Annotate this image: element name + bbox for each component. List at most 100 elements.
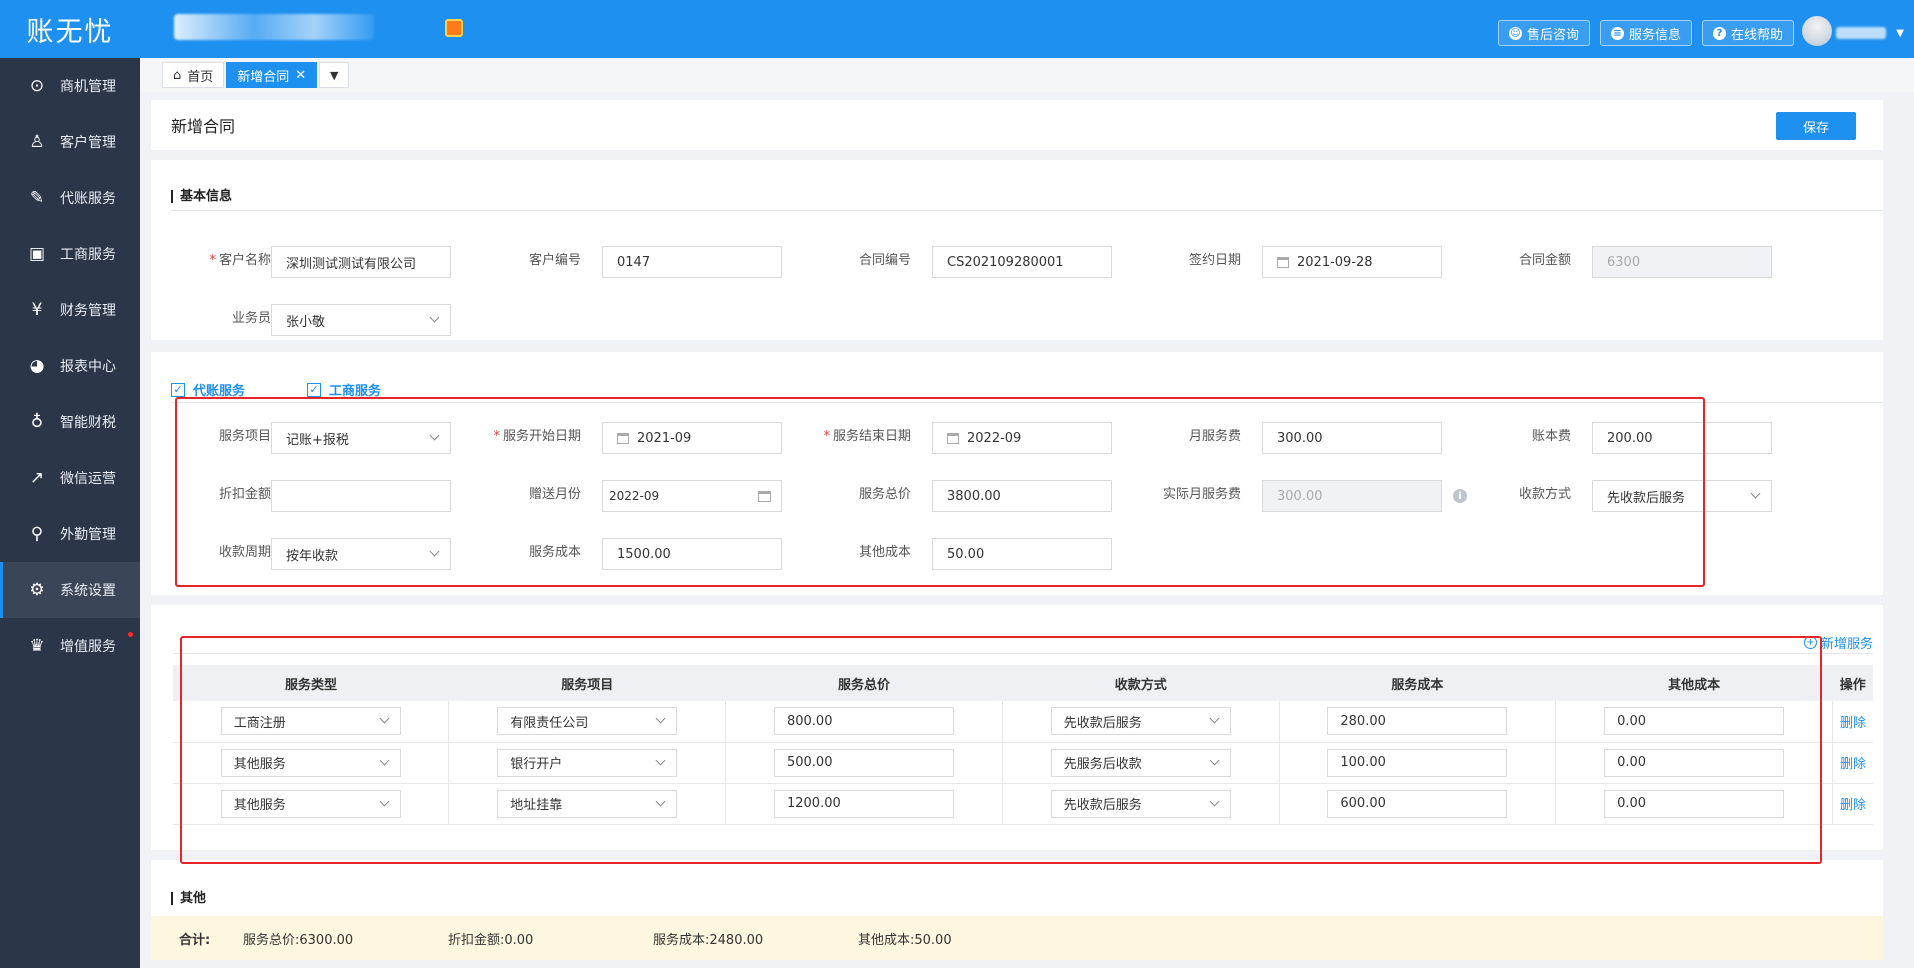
sign-date-picker[interactable]: 2021-09-28 [1262, 246, 1442, 278]
chevron-down-icon [429, 312, 440, 323]
save-button[interactable]: 保存 [1776, 112, 1856, 140]
yuan-icon: ¥ [31, 300, 43, 320]
sidebar-item-label: 增值服务 [60, 639, 116, 655]
check-icon: ✓ [171, 382, 185, 397]
app-logo[interactable]: 账无忧 [0, 0, 140, 58]
tab-label: 新增合同 [237, 69, 290, 85]
location-user-icon: ⚲ [30, 524, 44, 544]
after-sales-button[interactable]: ☺ 售后咨询 [1497, 20, 1590, 46]
page-title: 新增合同 [171, 117, 236, 136]
service-info-button[interactable]: ≡ 服务信息 [1599, 20, 1692, 46]
chevron-down-icon [1750, 488, 1761, 499]
online-help-button[interactable]: ? 在线帮助 [1701, 20, 1794, 46]
delete-link[interactable]: 删除 [1840, 757, 1866, 772]
caret-down-icon: ▼ [329, 68, 339, 82]
delete-link[interactable]: 删除 [1840, 716, 1866, 731]
other-panel: 其他 [151, 860, 1883, 916]
customer-no-label: 客户编号 [528, 253, 581, 268]
select-value: 张小敬 [286, 314, 326, 330]
customer-icon: ♙ [29, 132, 45, 152]
sidebar-item-label: 智能财税 [60, 415, 116, 431]
headset-icon: ☺ [1508, 26, 1522, 40]
close-icon[interactable]: ✕ [295, 68, 306, 83]
salesman-select[interactable]: 张小敬 [271, 304, 451, 336]
top-bar: ☺ 售后咨询 ≡ 服务信息 ? 在线帮助 ▼ [140, 0, 1914, 58]
tab-bar: ⌂ 首页 新增合同 ✕ ▼ [140, 58, 1914, 92]
home-icon: ⌂ [173, 67, 182, 83]
sidebar-item-smart-tax[interactable]: ♁ 智能财税 [0, 394, 140, 450]
sidebar-item-field[interactable]: ⚲ 外勤管理 [0, 506, 140, 562]
button-label: 售后咨询 [1526, 27, 1579, 43]
section-title: 其他 [171, 892, 206, 905]
basic-info-panel: 基本信息 * 客户名称 深圳测试测试有限公司 客户编号 0147 合同编号 CS2… [151, 160, 1883, 340]
tab-new-contract[interactable]: 新增合同 ✕ [226, 62, 318, 88]
document-icon: ≡ [1610, 26, 1624, 40]
sidebar-item-value-added[interactable]: ♛ 增值服务 [0, 618, 140, 674]
sidebar-item-bookkeeping[interactable]: ✎ 代账服务 [0, 170, 140, 226]
button-label: 新增服务 [1820, 637, 1873, 652]
moneybag-icon: ♁ [30, 412, 44, 432]
page-header: 新增合同 保存 [151, 100, 1883, 150]
sidebar-item-label: 客户管理 [60, 135, 116, 151]
sidebar-item-label: 财务管理 [60, 303, 116, 319]
tab-home[interactable]: ⌂ 首页 [162, 62, 225, 88]
contract-no-input[interactable]: CS202109280001 [932, 246, 1112, 278]
contract-amount-input: 6300 [1592, 246, 1772, 278]
totals-bar: 合计: 服务总价:6300.00 折扣金额:0.00 服务成本:2480.00 … [151, 916, 1883, 960]
annotation-box [180, 636, 1822, 864]
sidebar-item-settings[interactable]: ⚙ 系统设置 [0, 562, 140, 618]
trend-icon: ↗ [29, 468, 45, 488]
totals-service-total: 服务总价:6300.00 [243, 932, 354, 948]
totals-label: 合计: [179, 932, 211, 948]
customer-no-input[interactable]: 0147 [602, 246, 782, 278]
sidebar-item-label: 系统设置 [60, 583, 116, 599]
gear-icon: ⚙ [29, 580, 45, 600]
sidebar-item-label: 报表中心 [60, 359, 116, 375]
delete-link[interactable]: 删除 [1840, 798, 1866, 813]
sidebar-item-reports[interactable]: ◕ 报表中心 [0, 338, 140, 394]
briefcase-icon: ▣ [28, 244, 46, 264]
sidebar-item-finance[interactable]: ¥ 财务管理 [0, 282, 140, 338]
totals-other-cost: 其他成本:50.00 [858, 932, 952, 948]
totals-service-cost: 服务成本:2480.00 [653, 932, 764, 948]
sidebar-item-label: 工商服务 [60, 247, 116, 263]
notification-dot [128, 632, 133, 637]
label-text: 客户名称 [218, 253, 271, 268]
company-name-blurred [174, 14, 374, 40]
crown-icon: ♛ [29, 636, 45, 656]
target-icon: ⊙ [29, 76, 45, 96]
sidebar: 账无忧 ⊙ 商机管理 ♙ 客户管理 ✎ 代账服务 ▣ 工商服务 ¥ 财务管理 ◕ 报表中心 … [0, 0, 140, 968]
sign-date-label: 签约日期 [1188, 253, 1241, 268]
sidebar-item-business[interactable]: ▣ 工商服务 [0, 226, 140, 282]
sidebar-item-label: 商机管理 [60, 79, 116, 95]
customer-name-label: * 客户名称 [151, 246, 271, 276]
caret-down-icon[interactable]: ▼ [1896, 28, 1904, 39]
sidebar-item-opportunity[interactable]: ⊙ 商机管理 [0, 58, 140, 114]
contract-amount-label: 合同金额 [1518, 253, 1571, 268]
username-blurred[interactable] [1836, 27, 1886, 39]
gift-icon[interactable] [445, 19, 463, 37]
question-icon: ? [1712, 26, 1726, 40]
pen-icon: ✎ [29, 188, 45, 208]
pie-chart-icon: ◕ [29, 356, 45, 376]
required-mark: * [209, 253, 216, 268]
column-header: 操作 [1832, 665, 1873, 701]
customer-name-input[interactable]: 深圳测试测试有限公司 [271, 246, 451, 278]
contract-no-label: 合同编号 [858, 253, 911, 268]
sidebar-item-wechat[interactable]: ↗ 微信运营 [0, 450, 140, 506]
avatar[interactable] [1802, 16, 1832, 46]
date-value: 2021-09-28 [1297, 254, 1373, 270]
sidebar-item-label: 微信运营 [60, 471, 116, 487]
calendar-icon [1277, 256, 1289, 268]
sidebar-item-label: 外勤管理 [60, 527, 116, 543]
button-label: 服务信息 [1628, 27, 1681, 43]
tab-label: 首页 [187, 69, 214, 85]
section-title: 基本信息 [171, 190, 232, 203]
button-label: 在线帮助 [1730, 27, 1783, 43]
sidebar-item-label: 代账服务 [60, 191, 116, 207]
divider [171, 210, 1883, 211]
tab-dropdown-button[interactable]: ▼ [319, 62, 350, 88]
salesman-label: 业务员 [231, 311, 271, 326]
check-icon: ✓ [307, 382, 321, 397]
sidebar-item-customer[interactable]: ♙ 客户管理 [0, 114, 140, 170]
